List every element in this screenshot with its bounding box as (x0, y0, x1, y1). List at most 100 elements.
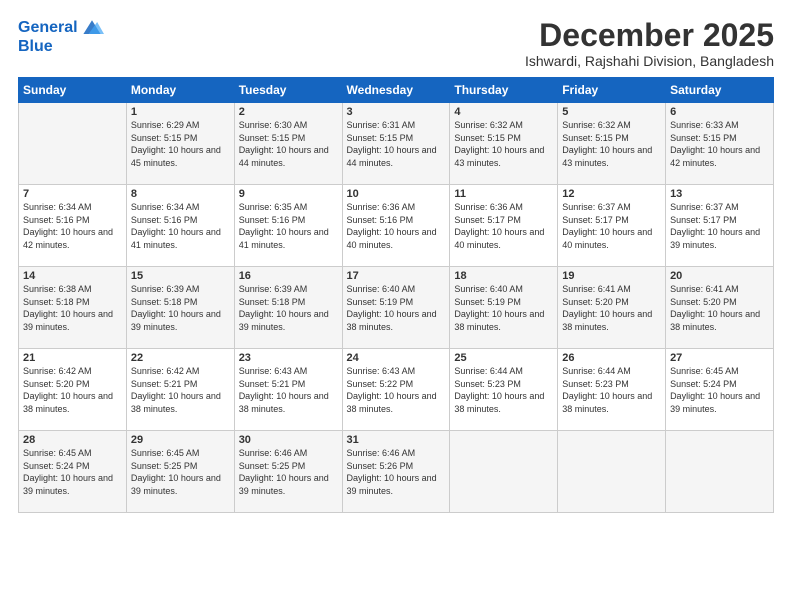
day-number: 5 (562, 106, 661, 118)
table-row: 11Sunrise: 6:36 AMSunset: 5:17 PMDayligh… (450, 185, 558, 267)
day-info: Sunrise: 6:41 AMSunset: 5:20 PMDaylight:… (670, 283, 769, 333)
day-info: Sunrise: 6:43 AMSunset: 5:22 PMDaylight:… (347, 365, 446, 415)
day-number: 4 (454, 106, 553, 118)
day-info: Sunrise: 6:37 AMSunset: 5:17 PMDaylight:… (562, 201, 661, 251)
day-number: 18 (454, 270, 553, 282)
logo: General Blue (18, 18, 104, 56)
col-saturday: Saturday (666, 78, 774, 103)
day-number: 17 (347, 270, 446, 282)
table-row: 24Sunrise: 6:43 AMSunset: 5:22 PMDayligh… (342, 349, 450, 431)
day-info: Sunrise: 6:31 AMSunset: 5:15 PMDaylight:… (347, 119, 446, 169)
day-info: Sunrise: 6:44 AMSunset: 5:23 PMDaylight:… (454, 365, 553, 415)
table-row: 13Sunrise: 6:37 AMSunset: 5:17 PMDayligh… (666, 185, 774, 267)
day-info: Sunrise: 6:43 AMSunset: 5:21 PMDaylight:… (239, 365, 338, 415)
day-info: Sunrise: 6:35 AMSunset: 5:16 PMDaylight:… (239, 201, 338, 251)
day-info: Sunrise: 6:39 AMSunset: 5:18 PMDaylight:… (239, 283, 338, 333)
day-number: 7 (23, 188, 122, 200)
day-info: Sunrise: 6:36 AMSunset: 5:17 PMDaylight:… (454, 201, 553, 251)
table-row (666, 431, 774, 513)
table-row: 21Sunrise: 6:42 AMSunset: 5:20 PMDayligh… (19, 349, 127, 431)
day-info: Sunrise: 6:34 AMSunset: 5:16 PMDaylight:… (23, 201, 122, 251)
day-number: 12 (562, 188, 661, 200)
day-info: Sunrise: 6:29 AMSunset: 5:15 PMDaylight:… (131, 119, 230, 169)
day-number: 14 (23, 270, 122, 282)
day-info: Sunrise: 6:45 AMSunset: 5:25 PMDaylight:… (131, 447, 230, 497)
day-number: 26 (562, 352, 661, 364)
table-row: 31Sunrise: 6:46 AMSunset: 5:26 PMDayligh… (342, 431, 450, 513)
logo-icon (80, 18, 104, 38)
subtitle: Ishwardi, Rajshahi Division, Bangladesh (525, 53, 774, 69)
table-row: 19Sunrise: 6:41 AMSunset: 5:20 PMDayligh… (558, 267, 666, 349)
table-row: 29Sunrise: 6:45 AMSunset: 5:25 PMDayligh… (126, 431, 234, 513)
col-friday: Friday (558, 78, 666, 103)
calendar-week-2: 7Sunrise: 6:34 AMSunset: 5:16 PMDaylight… (19, 185, 774, 267)
table-row: 26Sunrise: 6:44 AMSunset: 5:23 PMDayligh… (558, 349, 666, 431)
table-row (558, 431, 666, 513)
table-row: 3Sunrise: 6:31 AMSunset: 5:15 PMDaylight… (342, 103, 450, 185)
day-info: Sunrise: 6:42 AMSunset: 5:21 PMDaylight:… (131, 365, 230, 415)
day-number: 6 (670, 106, 769, 118)
title-block: December 2025 Ishwardi, Rajshahi Divisio… (525, 18, 774, 69)
table-row: 4Sunrise: 6:32 AMSunset: 5:15 PMDaylight… (450, 103, 558, 185)
day-number: 10 (347, 188, 446, 200)
day-info: Sunrise: 6:33 AMSunset: 5:15 PMDaylight:… (670, 119, 769, 169)
day-info: Sunrise: 6:42 AMSunset: 5:20 PMDaylight:… (23, 365, 122, 415)
table-row: 1Sunrise: 6:29 AMSunset: 5:15 PMDaylight… (126, 103, 234, 185)
day-number: 27 (670, 352, 769, 364)
header-row: Sunday Monday Tuesday Wednesday Thursday… (19, 78, 774, 103)
day-number: 28 (23, 434, 122, 446)
table-row: 7Sunrise: 6:34 AMSunset: 5:16 PMDaylight… (19, 185, 127, 267)
col-sunday: Sunday (19, 78, 127, 103)
day-info: Sunrise: 6:46 AMSunset: 5:26 PMDaylight:… (347, 447, 446, 497)
calendar-week-5: 28Sunrise: 6:45 AMSunset: 5:24 PMDayligh… (19, 431, 774, 513)
table-row: 2Sunrise: 6:30 AMSunset: 5:15 PMDaylight… (234, 103, 342, 185)
table-row: 9Sunrise: 6:35 AMSunset: 5:16 PMDaylight… (234, 185, 342, 267)
day-info: Sunrise: 6:34 AMSunset: 5:16 PMDaylight:… (131, 201, 230, 251)
table-row: 27Sunrise: 6:45 AMSunset: 5:24 PMDayligh… (666, 349, 774, 431)
day-number: 13 (670, 188, 769, 200)
day-info: Sunrise: 6:30 AMSunset: 5:15 PMDaylight:… (239, 119, 338, 169)
table-row: 17Sunrise: 6:40 AMSunset: 5:19 PMDayligh… (342, 267, 450, 349)
col-monday: Monday (126, 78, 234, 103)
day-info: Sunrise: 6:39 AMSunset: 5:18 PMDaylight:… (131, 283, 230, 333)
col-thursday: Thursday (450, 78, 558, 103)
day-info: Sunrise: 6:40 AMSunset: 5:19 PMDaylight:… (454, 283, 553, 333)
day-info: Sunrise: 6:41 AMSunset: 5:20 PMDaylight:… (562, 283, 661, 333)
table-row: 8Sunrise: 6:34 AMSunset: 5:16 PMDaylight… (126, 185, 234, 267)
table-row: 30Sunrise: 6:46 AMSunset: 5:25 PMDayligh… (234, 431, 342, 513)
table-row: 18Sunrise: 6:40 AMSunset: 5:19 PMDayligh… (450, 267, 558, 349)
day-info: Sunrise: 6:44 AMSunset: 5:23 PMDaylight:… (562, 365, 661, 415)
table-row: 22Sunrise: 6:42 AMSunset: 5:21 PMDayligh… (126, 349, 234, 431)
day-number: 15 (131, 270, 230, 282)
page: General Blue December 2025 Ishwardi, Raj… (0, 0, 792, 612)
month-title: December 2025 (525, 18, 774, 53)
calendar-week-1: 1Sunrise: 6:29 AMSunset: 5:15 PMDaylight… (19, 103, 774, 185)
table-row: 16Sunrise: 6:39 AMSunset: 5:18 PMDayligh… (234, 267, 342, 349)
calendar-table: Sunday Monday Tuesday Wednesday Thursday… (18, 77, 774, 513)
day-number: 20 (670, 270, 769, 282)
day-number: 31 (347, 434, 446, 446)
col-wednesday: Wednesday (342, 78, 450, 103)
table-row: 12Sunrise: 6:37 AMSunset: 5:17 PMDayligh… (558, 185, 666, 267)
table-row: 6Sunrise: 6:33 AMSunset: 5:15 PMDaylight… (666, 103, 774, 185)
table-row (19, 103, 127, 185)
table-row: 28Sunrise: 6:45 AMSunset: 5:24 PMDayligh… (19, 431, 127, 513)
day-info: Sunrise: 6:36 AMSunset: 5:16 PMDaylight:… (347, 201, 446, 251)
day-number: 21 (23, 352, 122, 364)
day-number: 30 (239, 434, 338, 446)
day-number: 23 (239, 352, 338, 364)
day-number: 22 (131, 352, 230, 364)
day-number: 25 (454, 352, 553, 364)
day-info: Sunrise: 6:32 AMSunset: 5:15 PMDaylight:… (454, 119, 553, 169)
table-row: 10Sunrise: 6:36 AMSunset: 5:16 PMDayligh… (342, 185, 450, 267)
day-number: 19 (562, 270, 661, 282)
calendar-week-4: 21Sunrise: 6:42 AMSunset: 5:20 PMDayligh… (19, 349, 774, 431)
day-info: Sunrise: 6:45 AMSunset: 5:24 PMDaylight:… (23, 447, 122, 497)
header: General Blue December 2025 Ishwardi, Raj… (18, 18, 774, 69)
day-number: 11 (454, 188, 553, 200)
day-number: 1 (131, 106, 230, 118)
col-tuesday: Tuesday (234, 78, 342, 103)
table-row: 25Sunrise: 6:44 AMSunset: 5:23 PMDayligh… (450, 349, 558, 431)
day-info: Sunrise: 6:46 AMSunset: 5:25 PMDaylight:… (239, 447, 338, 497)
day-number: 9 (239, 188, 338, 200)
